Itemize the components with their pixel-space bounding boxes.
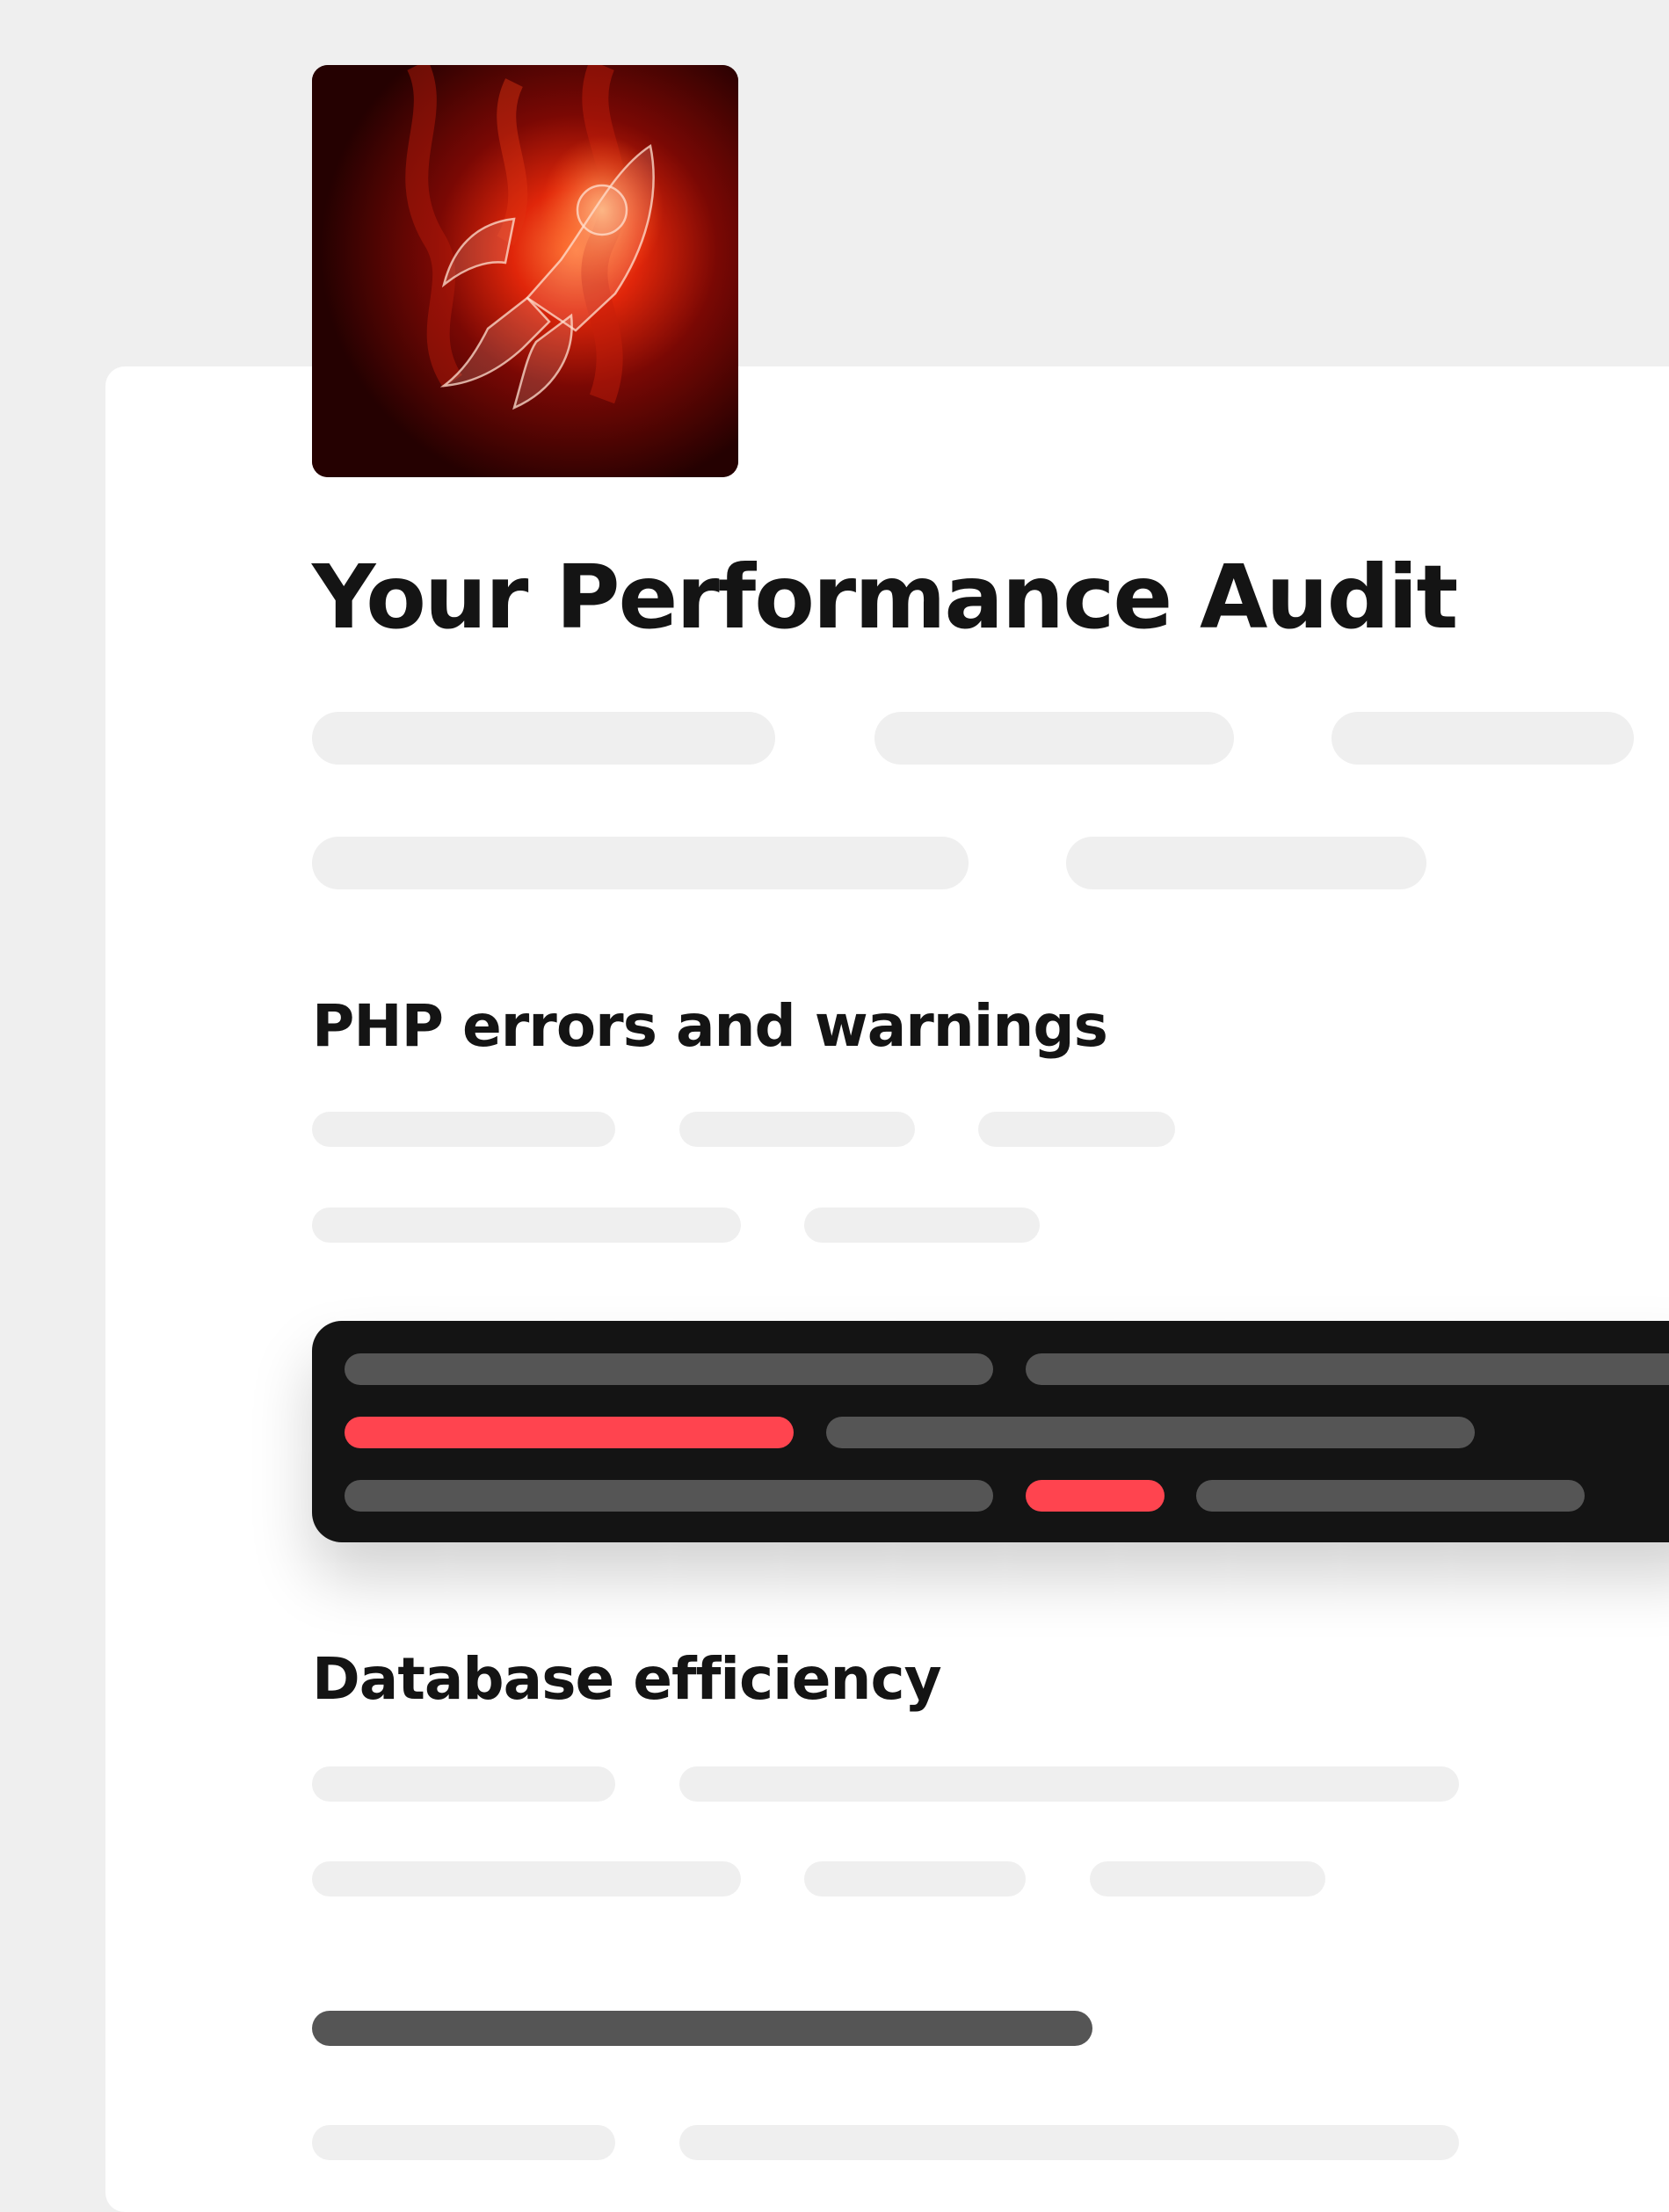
subheading-placeholder [312,2011,1092,2046]
text-placeholder [312,712,775,765]
text-placeholder [1066,837,1426,889]
text-placeholder [312,1112,615,1147]
text-placeholder [312,2125,615,2160]
text-placeholder [312,1861,741,1897]
text-placeholder [679,1112,915,1147]
text-placeholder [978,1112,1175,1147]
text-placeholder [312,837,969,889]
text-placeholder [804,1208,1040,1243]
error-highlight [345,1417,794,1448]
error-highlight [1026,1480,1165,1512]
rocket-logo [312,65,738,477]
log-line-placeholder [345,1353,993,1385]
text-placeholder [679,1766,1459,1802]
text-placeholder [312,1766,615,1802]
log-line-placeholder [345,1480,993,1512]
log-line-placeholder [826,1417,1475,1448]
section-title-php-errors: PHP errors and warnings [312,992,1108,1060]
section-title-database-efficiency: Database efficiency [312,1645,942,1713]
text-placeholder [1090,1861,1325,1897]
log-line-placeholder [1196,1480,1585,1512]
text-placeholder [312,1208,741,1243]
log-line-placeholder [1026,1353,1669,1385]
error-log-console [312,1321,1669,1542]
text-placeholder [804,1861,1026,1897]
text-placeholder [1332,712,1634,765]
text-placeholder [679,2125,1459,2160]
page-title: Your Performance Audit [312,546,1458,649]
rocket-icon [312,65,738,477]
text-placeholder [874,712,1234,765]
